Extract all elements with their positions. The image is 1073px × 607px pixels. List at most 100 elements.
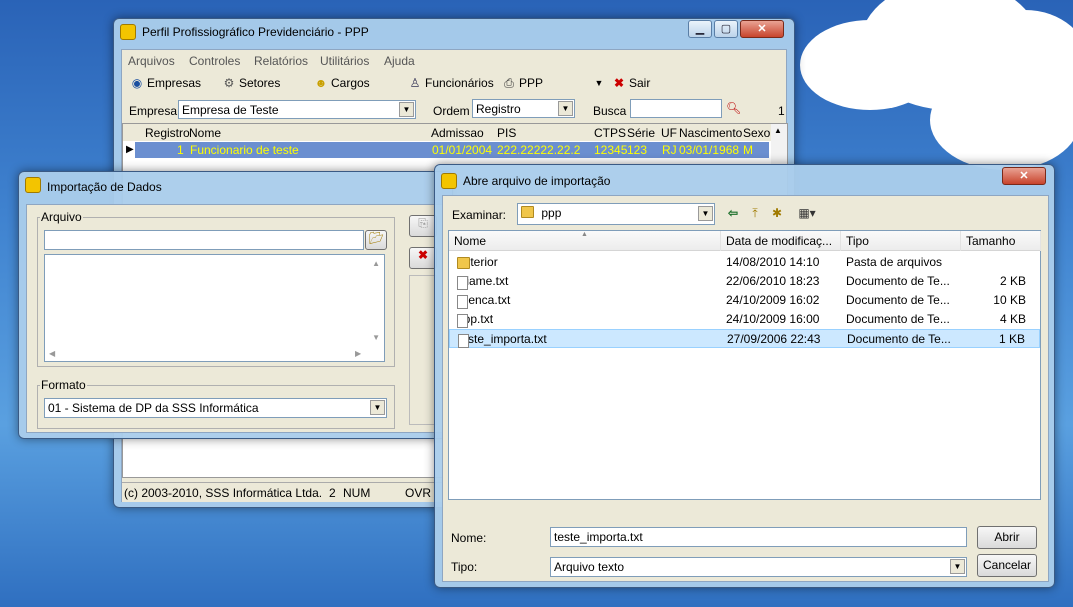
file-name-cell: licenca.txt: [457, 293, 510, 309]
main-titlebar[interactable]: Perfil Profissiográfico Previdenciário -…: [114, 19, 794, 45]
scroll-right-icon[interactable]: ▶: [355, 349, 361, 358]
back-arrow-icon[interactable]: ⇦: [726, 206, 740, 220]
chevron-down-icon[interactable]: ▼: [698, 206, 713, 221]
ppp-button[interactable]: ⎙ PPP: [502, 73, 543, 93]
ppp-label: PPP: [519, 76, 544, 90]
arquivo-preview[interactable]: ▲ ▼ ◀ ▶: [44, 254, 385, 362]
cancel-button[interactable]: Cancelar: [977, 554, 1037, 577]
close-button[interactable]: ✕: [1002, 167, 1046, 185]
ordem-select[interactable]: Registro ▼: [472, 99, 575, 118]
col-ctps[interactable]: CTPS: [594, 126, 626, 140]
chevron-down-icon[interactable]: ▼: [558, 101, 573, 116]
file-name-text: teste_importa.txt: [458, 332, 547, 346]
file-type-cell: Documento de Te...: [846, 293, 950, 307]
col-data[interactable]: Data de modificaç...: [721, 231, 841, 251]
new-folder-icon[interactable]: ✱: [770, 206, 784, 220]
minimize-button[interactable]: ▁: [688, 20, 712, 38]
filename-input[interactable]: teste_importa.txt: [550, 527, 967, 547]
view-menu-icon[interactable]: ▦▾: [793, 206, 821, 220]
dialog-titlebar[interactable]: Abre arquivo de importação ✕: [435, 165, 1054, 191]
menu-relatorios[interactable]: Relatórios: [254, 54, 308, 68]
arquivo-group: Arquivo 📂︎ ▲ ▼ ◀ ▶: [37, 210, 395, 367]
col-nascimento[interactable]: Nascimento: [679, 126, 742, 140]
folder-icon: [457, 257, 470, 269]
menu-arquivos[interactable]: Arquivos: [128, 54, 175, 68]
import-titlebar[interactable]: Importação de Dados: [19, 172, 452, 198]
funcionarios-button[interactable]: ♙ Funcionários: [408, 73, 494, 93]
file-row[interactable]: licenca.txt 24/10/2009 16:02 Documento de …: [449, 291, 1040, 310]
exit-x-icon: ✖: [613, 76, 625, 90]
empresas-button[interactable]: ◉ Empresas: [130, 73, 201, 93]
scroll-up-icon[interactable]: ▲: [372, 259, 380, 268]
scroll-up-icon[interactable]: ▲: [774, 126, 782, 135]
cell-pis: 222.22222.22.2: [497, 143, 581, 157]
file-row[interactable]: teste_importa.txt 27/09/2006 22:43 Documen…: [449, 329, 1040, 348]
status-panel-2: 2: [329, 486, 336, 500]
empresa-label: Empresa: [129, 104, 178, 118]
chevron-down-icon[interactable]: ▼: [950, 559, 965, 574]
file-date-cell: 14/08/2010 14:10: [726, 255, 820, 269]
globe-icon: ◉: [131, 76, 143, 90]
search-icon[interactable]: 🔍︎: [726, 101, 741, 115]
maximize-button[interactable]: ▢: [714, 20, 738, 38]
file-type-cell: Documento de Te...: [847, 332, 951, 346]
file-dialog: Abre arquivo de importação ✕ Examinar: p…: [434, 164, 1055, 588]
close-button[interactable]: ✕: [740, 20, 784, 38]
file-type-cell: Documento de Te...: [846, 274, 950, 288]
file-name-cell: ppp.txt: [457, 312, 493, 328]
import-action-button[interactable]: ⎘: [409, 215, 437, 237]
file-row[interactable]: leiame.txt 22/06/2010 18:23 Documento de T…: [449, 272, 1040, 291]
folder-icon: [521, 206, 534, 218]
col-nome[interactable]: Nome: [189, 126, 221, 140]
up-folder-icon[interactable]: ⤒: [748, 206, 762, 220]
file-type-cell: Pasta de arquivos: [846, 255, 943, 269]
arquivo-input[interactable]: [44, 230, 364, 250]
ppp-dropdown-button[interactable]: ▼: [592, 73, 606, 93]
busca-input[interactable]: [630, 99, 722, 118]
file-date-cell: 24/10/2009 16:02: [726, 293, 820, 307]
menu-controles[interactable]: Controles: [189, 54, 240, 68]
chevron-down-icon[interactable]: ▼: [399, 102, 414, 117]
browse-button[interactable]: 📂︎: [365, 230, 387, 250]
text-file-icon: [457, 276, 468, 290]
record-count: 1: [778, 104, 785, 118]
menu-utilitarios[interactable]: Utilitários: [320, 54, 369, 68]
setores-button[interactable]: ⚙ Setores: [222, 73, 281, 93]
chevron-down-icon[interactable]: ▼: [370, 400, 385, 415]
dialog-title: Abre arquivo de importação: [463, 174, 611, 188]
status-num: NUM: [343, 486, 371, 500]
file-name-cell: leiame.txt: [457, 274, 508, 290]
col-tamanho[interactable]: Tamanho: [961, 231, 1041, 251]
grid-header: Registro Nome Admissao PIS CTPS Série UF…: [123, 124, 787, 141]
table-row[interactable]: 1 Funcionario de teste 01/01/2004 222.22…: [135, 142, 769, 158]
file-list-header: Nome ▲ Data de modificaç... Tipo Tamanho: [449, 231, 1041, 251]
cargos-button[interactable]: ☻ Cargos: [314, 73, 370, 93]
file-row[interactable]: anterior 14/08/2010 14:10 Pasta de arquivo…: [449, 253, 1040, 272]
col-registro[interactable]: Registro: [145, 126, 190, 140]
col-uf[interactable]: UF: [661, 126, 677, 140]
file-size-cell: 4 KB: [999, 312, 1026, 326]
sort-up-icon: ▲: [581, 231, 588, 238]
menu-bar: Arquivos Controles Relatórios Utilitário…: [122, 50, 786, 70]
menu-ajuda[interactable]: Ajuda: [384, 54, 415, 68]
scroll-down-icon[interactable]: ▼: [372, 333, 380, 342]
printer-icon: ⎙: [504, 76, 514, 90]
filetype-select[interactable]: Arquivo texto ▼: [550, 557, 967, 577]
sair-button[interactable]: ✖ Sair: [612, 73, 650, 93]
col-admissao[interactable]: Admissao: [431, 126, 484, 140]
scroll-left-icon[interactable]: ◀: [49, 349, 55, 358]
open-button[interactable]: Abrir: [977, 526, 1037, 549]
file-list[interactable]: Nome ▲ Data de modificaç... Tipo Tamanho…: [448, 230, 1041, 500]
col-pis[interactable]: PIS: [497, 126, 516, 140]
col-serie[interactable]: Série: [627, 126, 655, 140]
formato-group: Formato 01 - Sistema de DP da SSS Inform…: [37, 378, 395, 429]
col-tipo[interactable]: Tipo: [841, 231, 961, 251]
col-sexo[interactable]: Sexo: [743, 126, 770, 140]
lookin-select[interactable]: ppp ▼: [517, 203, 715, 225]
empresa-select[interactable]: Empresa de Teste ▼: [178, 100, 416, 119]
file-row[interactable]: ppp.txt 24/10/2009 16:00 Documento de Te..…: [449, 310, 1040, 329]
lookin-label: Examinar:: [452, 208, 507, 222]
cancel-import-button[interactable]: ✖: [409, 247, 437, 269]
cell-sexo: M: [743, 143, 753, 157]
formato-select[interactable]: 01 - Sistema de DP da SSS Informática ▼: [44, 398, 387, 418]
